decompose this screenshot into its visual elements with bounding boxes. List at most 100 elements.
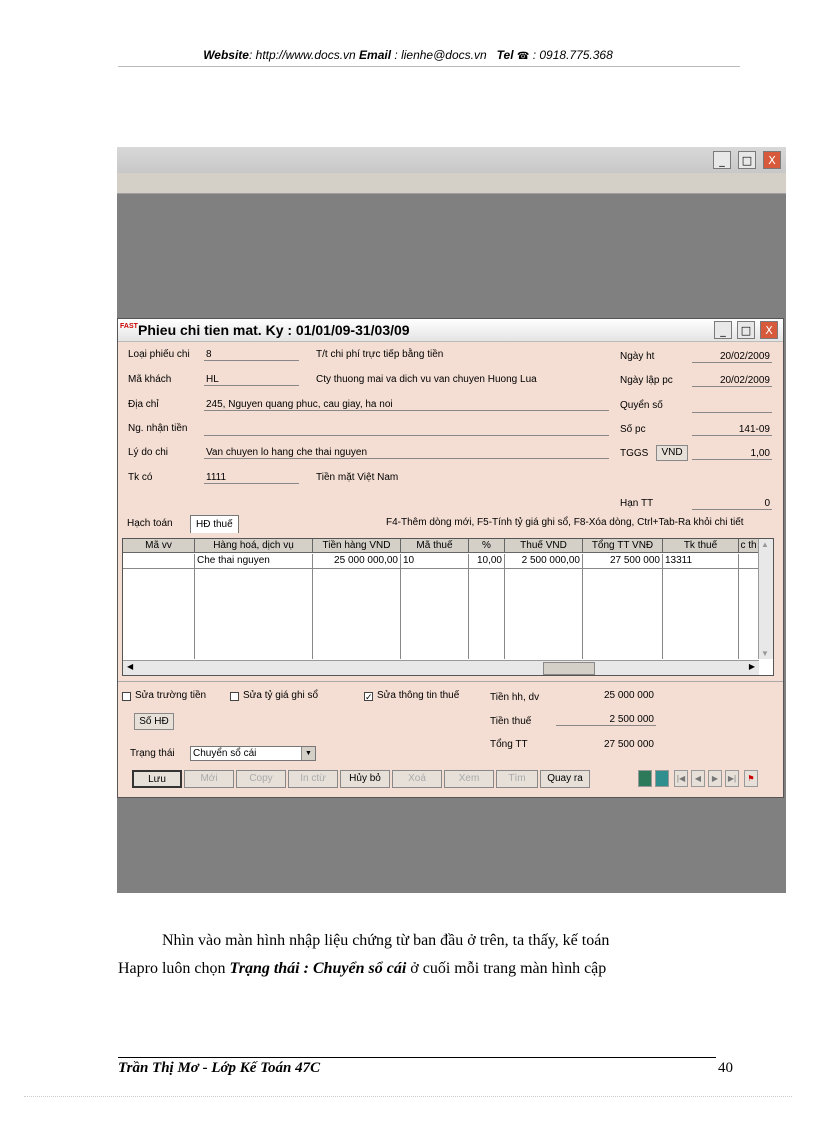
outer-close-button[interactable]: X	[763, 151, 781, 169]
tab-hach-toan[interactable]: Hạch toán	[122, 515, 178, 533]
maximize-button[interactable]: □	[737, 321, 755, 339]
save-button[interactable]: Lưu	[132, 770, 182, 788]
last-record-icon[interactable]: ▶|	[725, 770, 739, 787]
so-pc-label: Số pc	[620, 424, 646, 435]
tong-tt-label: Tổng TT	[490, 739, 528, 750]
col-divider	[504, 568, 505, 659]
loai-phieu-chi-label: Loại phiếu chi	[128, 349, 190, 360]
close-button[interactable]: X	[760, 321, 778, 339]
col-header-tk-thue[interactable]: Tk thuế	[663, 539, 739, 553]
col-header-tong-tt[interactable]: Tổng TT VNĐ	[583, 539, 663, 553]
tax-invoice-grid: Mã vv Hàng hoá, dịch vụ Tiền hàng VND Mã…	[122, 538, 774, 676]
next-record-icon[interactable]: ▶	[708, 770, 722, 787]
ngay-lap-pc-field[interactable]: 20/02/2009	[692, 375, 772, 387]
col-header-ma-thue[interactable]: Mã thuế	[401, 539, 469, 553]
cell-c-th[interactable]	[739, 554, 759, 568]
exit-button[interactable]: Quay ra	[540, 770, 590, 788]
print-button[interactable]: In ctừ	[288, 770, 338, 788]
dropdown-arrow-icon[interactable]: ▼	[301, 747, 315, 760]
col-divider	[312, 568, 313, 659]
prev-record-icon[interactable]: ◀	[691, 770, 705, 787]
cell-ma-vv[interactable]	[123, 554, 195, 568]
notes-icon[interactable]	[655, 770, 669, 787]
flag-icon[interactable]: ⚑	[744, 770, 758, 787]
scroll-thumb[interactable]	[543, 662, 595, 675]
detail-tabs: Hạch toán HĐ thuế F4-Thêm dòng mới, F5-T…	[118, 513, 783, 535]
cell-hang-hoa[interactable]: Che thai nguyen	[195, 554, 313, 568]
sua-ty-gia-checkbox[interactable]	[230, 692, 239, 701]
outer-restore-button[interactable]: □	[738, 151, 756, 169]
ly-do-chi-label: Lý do chi	[128, 447, 169, 458]
ng-nhan-tien-field[interactable]	[204, 423, 609, 436]
so-pc-field[interactable]: 141-09	[692, 424, 772, 436]
loai-phieu-chi-field[interactable]: 8	[204, 349, 299, 361]
phone-icon: ☎	[516, 51, 530, 62]
grid-horizontal-scrollbar[interactable]: ◀ ▶	[123, 660, 759, 675]
dia-chi-field[interactable]: 245, Nguyen quang phuc, cau giay, ha noi	[204, 399, 609, 411]
ngay-lap-pc-label: Ngày lập pc	[620, 375, 673, 386]
col-header-ma-vv[interactable]: Mã vv	[123, 539, 195, 553]
tggs-field[interactable]: 1,00	[692, 448, 772, 460]
tab-hd-thue[interactable]: HĐ thuế	[190, 515, 239, 533]
col-header-thue-vnd[interactable]: Thuế VND	[505, 539, 583, 553]
minimize-button[interactable]: _	[714, 321, 732, 339]
body-line-2: Hapro luôn chọn Trạng thái : Chuyển sổ c…	[118, 960, 606, 978]
col-header-tien-hang[interactable]: Tiền hàng VND	[313, 539, 401, 553]
outer-minimize-button[interactable]: _	[713, 151, 731, 169]
col-header-percent[interactable]: %	[469, 539, 505, 553]
ly-do-chi-field[interactable]: Van chuyen lo hang che thai nguyen	[204, 447, 609, 459]
col-header-hang-hoa[interactable]: Hàng hoá, dịch vụ	[195, 539, 313, 553]
tien-hh-label: Tiền hh, dv	[490, 692, 540, 703]
sua-thong-tin-thue-label: Sửa thông tin thuế	[377, 690, 460, 701]
copy-button[interactable]: Copy	[236, 770, 286, 788]
col-header-c-th[interactable]: c th	[739, 539, 759, 553]
body-line-2-prefix: Hapro luôn chọn	[118, 960, 230, 977]
dia-chi-label: Địa chỉ	[128, 399, 159, 410]
ng-nhan-tien-label: Ng. nhận tiền	[128, 423, 188, 434]
scroll-down-icon[interactable]: ▼	[761, 649, 769, 658]
delete-button[interactable]: Xoá	[392, 770, 442, 788]
first-record-icon[interactable]: |◀	[674, 770, 688, 787]
trang-thai-select[interactable]: Chuyển sổ cái ▼	[190, 746, 316, 761]
ma-khach-field[interactable]: HL	[204, 374, 299, 386]
col-divider	[194, 568, 195, 659]
sua-truong-tien-label: Sửa trường tiền	[135, 690, 207, 701]
cancel-button[interactable]: Hủy bỏ	[340, 770, 390, 788]
find-button[interactable]: Tìm	[496, 770, 538, 788]
body-line-2-emphasis: Trạng thái : Chuyển sổ cái	[229, 960, 407, 977]
fast-logo: FAST	[120, 323, 138, 330]
cell-percent[interactable]: 10,00	[469, 554, 505, 568]
quyen-so-field[interactable]	[692, 400, 772, 413]
calculator-icon[interactable]	[638, 770, 652, 787]
cell-thue-vnd[interactable]: 2 500 000,00	[505, 554, 583, 568]
page-number: 40	[718, 1060, 733, 1076]
tggs-currency-button[interactable]: VND	[656, 445, 688, 461]
website-value: : http://www.docs.vn	[248, 48, 356, 62]
new-button[interactable]: Mới	[184, 770, 234, 788]
view-button[interactable]: Xem	[444, 770, 494, 788]
grid-vertical-scrollbar[interactable]: ▲ ▼	[758, 539, 773, 659]
ma-khach-label: Mã khách	[128, 374, 172, 385]
outer-window-titlebar: _ □ X	[117, 147, 786, 173]
cell-tong-tt[interactable]: 27 500 000	[583, 554, 663, 568]
scroll-up-icon[interactable]: ▲	[761, 540, 769, 549]
bottom-dotted-rule	[24, 1096, 792, 1097]
row-divider	[123, 568, 759, 569]
page-header: Website: http://www.docs.vn Email : lien…	[0, 48, 816, 62]
ngay-ht-field[interactable]: 20/02/2009	[692, 351, 772, 363]
col-divider	[468, 568, 469, 659]
sua-truong-tien-checkbox[interactable]	[122, 692, 131, 701]
cell-tien-hang[interactable]: 25 000 000,00	[313, 554, 401, 568]
cell-tk-thue[interactable]: 13311	[663, 554, 739, 568]
sua-thong-tin-thue-checkbox[interactable]: ✓	[364, 692, 373, 702]
tk-co-label: Tk có	[128, 472, 153, 483]
scroll-left-icon[interactable]: ◀	[127, 662, 133, 671]
trang-thai-value: Chuyển sổ cái	[193, 748, 257, 759]
so-hd-button[interactable]: Số HĐ	[134, 713, 174, 730]
scroll-right-icon[interactable]: ▶	[749, 662, 755, 671]
website-label: Website	[203, 48, 249, 62]
header-rule	[118, 66, 740, 67]
tk-co-field[interactable]: 1111	[204, 472, 299, 484]
cell-ma-thue[interactable]: 10	[401, 554, 469, 568]
han-tt-field[interactable]: 0	[692, 498, 772, 510]
